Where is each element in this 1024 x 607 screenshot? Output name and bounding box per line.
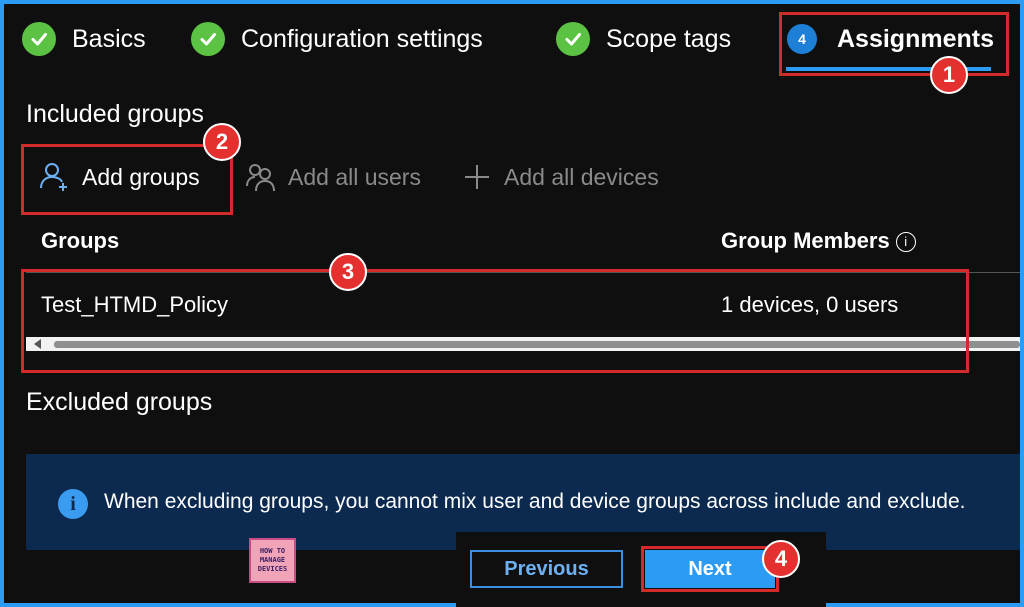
highlight-box-next	[641, 546, 779, 592]
users-icon	[244, 160, 278, 194]
logo-line: HOW TO	[259, 547, 286, 555]
step-label: Configuration settings	[241, 24, 483, 53]
annotation-badge: 3	[329, 253, 367, 291]
included-groups-heading: Included groups	[26, 100, 204, 128]
highlight-box-assignments	[779, 12, 1009, 76]
annotation-badge: 1	[930, 56, 968, 94]
column-header-group-members[interactable]: Group Members i	[721, 228, 916, 254]
add-all-users-button[interactable]: Add all users	[244, 154, 421, 200]
check-icon	[191, 22, 225, 56]
plus-icon	[460, 160, 494, 194]
step-scope-tags[interactable]: Scope tags	[556, 16, 731, 62]
previous-button[interactable]: Previous	[470, 550, 623, 588]
logo-line: DEVICES	[257, 565, 288, 573]
highlight-box-add-groups	[21, 144, 233, 215]
info-icon[interactable]: i	[895, 232, 916, 252]
step-label: Scope tags	[606, 24, 732, 53]
annotation-badge: 2	[203, 123, 241, 161]
add-all-users-label: Add all users	[288, 163, 421, 190]
info-message-text: When excluding groups, you cannot mix us…	[104, 490, 966, 513]
column-header-label: Group Members	[721, 228, 890, 253]
check-icon	[556, 22, 590, 56]
step-label: Basics	[72, 24, 146, 53]
info-icon: i	[58, 489, 88, 519]
excluded-groups-heading: Excluded groups	[26, 388, 213, 416]
annotation-badge: 4	[762, 540, 800, 578]
add-all-devices-label: Add all devices	[504, 163, 659, 190]
step-basics[interactable]: Basics	[22, 16, 146, 62]
htmd-logo: HOW TO MANAGE DEVICES	[249, 538, 296, 583]
step-configuration-settings[interactable]: Configuration settings	[191, 16, 483, 62]
logo-line: MANAGE	[259, 556, 286, 564]
column-header-groups[interactable]: Groups	[41, 228, 119, 254]
highlight-box-table	[21, 269, 969, 373]
check-icon	[22, 22, 56, 56]
add-all-devices-button[interactable]: Add all devices	[460, 154, 659, 200]
